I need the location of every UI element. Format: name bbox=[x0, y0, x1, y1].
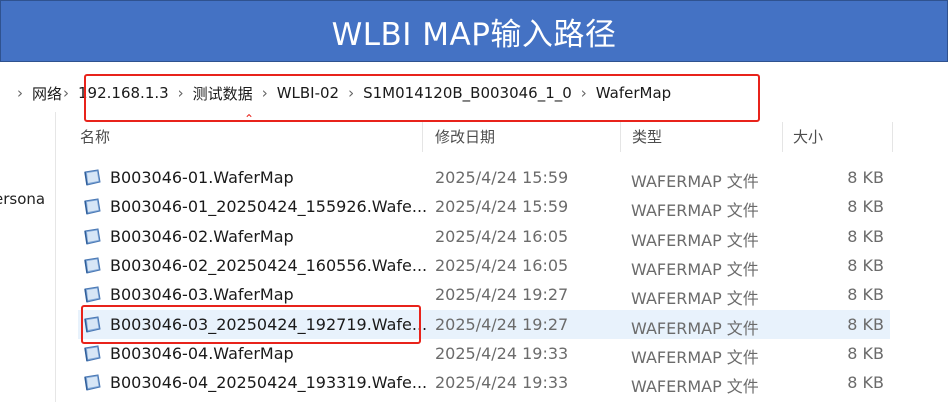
file-size: 8 KB bbox=[847, 285, 884, 305]
file-modified: 2025/4/24 16:05 bbox=[435, 255, 569, 275]
file-size: 8 KB bbox=[847, 168, 884, 187]
file-row[interactable]: B003046-02_20250424_160556.Wafe... 2025/4… bbox=[78, 251, 890, 280]
column-header-name[interactable]: 名称 bbox=[80, 122, 110, 152]
file-modified: 2025/4/24 16:05 bbox=[435, 226, 569, 246]
wafermap-file-icon bbox=[82, 228, 102, 245]
file-type: WAFERMAP 文件 bbox=[631, 289, 759, 309]
file-size: 8 KB bbox=[847, 255, 884, 275]
file-row[interactable]: B003046-01_20250424_155926.Wafe... 2025/4… bbox=[78, 192, 890, 221]
file-modified: 2025/4/24 19:33 bbox=[435, 343, 569, 363]
wafermap-file-icon bbox=[82, 257, 102, 274]
file-name[interactable]: B003046-01.WaferMap bbox=[110, 168, 294, 187]
file-type: WAFERMAP 文件 bbox=[631, 377, 759, 397]
column-divider[interactable] bbox=[422, 122, 423, 152]
wafermap-file-icon bbox=[82, 374, 102, 391]
title-banner: WLBI MAP输入路径 bbox=[0, 0, 948, 62]
file-name[interactable]: B003046-04.WaferMap bbox=[110, 344, 294, 363]
file-size: 8 KB bbox=[847, 314, 884, 334]
wafermap-file-icon bbox=[82, 286, 102, 303]
file-type: WAFERMAP 文件 bbox=[631, 259, 759, 279]
file-row[interactable]: B003046-04_20250424_193319.Wafe... 2025/4… bbox=[78, 368, 890, 397]
nav-item-personal[interactable]: ersona bbox=[0, 190, 45, 208]
breadcrumb-item-network[interactable]: 网络 bbox=[32, 83, 62, 104]
column-header-size[interactable]: 大小 bbox=[793, 122, 823, 152]
column-divider[interactable] bbox=[620, 122, 621, 152]
column-divider[interactable] bbox=[782, 122, 783, 152]
wafermap-file-icon bbox=[82, 169, 102, 186]
column-header-modified[interactable]: 修改日期 bbox=[435, 122, 495, 152]
file-size: 8 KB bbox=[847, 343, 884, 363]
breadcrumb-highlight bbox=[84, 74, 760, 122]
file-name[interactable]: B003046-02.WaferMap bbox=[110, 227, 294, 246]
file-modified: 2025/4/24 19:27 bbox=[435, 285, 569, 305]
file-name[interactable]: B003046-03.WaferMap bbox=[110, 285, 294, 304]
file-type: WAFERMAP 文件 bbox=[631, 318, 759, 338]
file-type: WAFERMAP 文件 bbox=[631, 201, 759, 221]
file-type: WAFERMAP 文件 bbox=[631, 172, 759, 191]
column-header-type[interactable]: 类型 bbox=[632, 122, 662, 152]
file-name[interactable]: B003046-04_20250424_193319.Wafe... bbox=[110, 373, 427, 392]
file-name[interactable]: B003046-01_20250424_155926.Wafe... bbox=[110, 197, 427, 216]
file-modified: 2025/4/24 15:59 bbox=[435, 168, 569, 187]
file-modified: 2025/4/24 19:33 bbox=[435, 373, 569, 393]
chevron-right-icon[interactable]: › bbox=[63, 84, 69, 102]
file-row[interactable]: B003046-02.WaferMap 2025/4/24 16:05 WAFERM… bbox=[78, 222, 890, 251]
selected-file-highlight bbox=[81, 305, 421, 344]
wafermap-file-icon bbox=[82, 198, 102, 215]
file-modified: 2025/4/24 15:59 bbox=[435, 197, 569, 217]
file-size: 8 KB bbox=[847, 226, 884, 246]
column-divider[interactable] bbox=[892, 122, 893, 152]
file-modified: 2025/4/24 19:27 bbox=[435, 314, 569, 334]
banner-title: WLBI MAP输入路径 bbox=[331, 16, 617, 53]
wafermap-file-icon bbox=[82, 345, 102, 362]
chevron-right-icon[interactable]: › bbox=[17, 84, 23, 102]
file-size: 8 KB bbox=[847, 197, 884, 217]
file-name[interactable]: B003046-02_20250424_160556.Wafe... bbox=[110, 256, 427, 275]
pointer-mark-icon: ⌃ bbox=[244, 112, 255, 126]
file-size: 8 KB bbox=[847, 373, 884, 393]
file-row[interactable]: B003046-01.WaferMap 2025/4/24 15:59 WAFERM… bbox=[78, 163, 890, 192]
navigation-pane: ersona bbox=[0, 112, 56, 402]
file-type: WAFERMAP 文件 bbox=[631, 347, 759, 367]
file-type: WAFERMAP 文件 bbox=[631, 230, 759, 250]
